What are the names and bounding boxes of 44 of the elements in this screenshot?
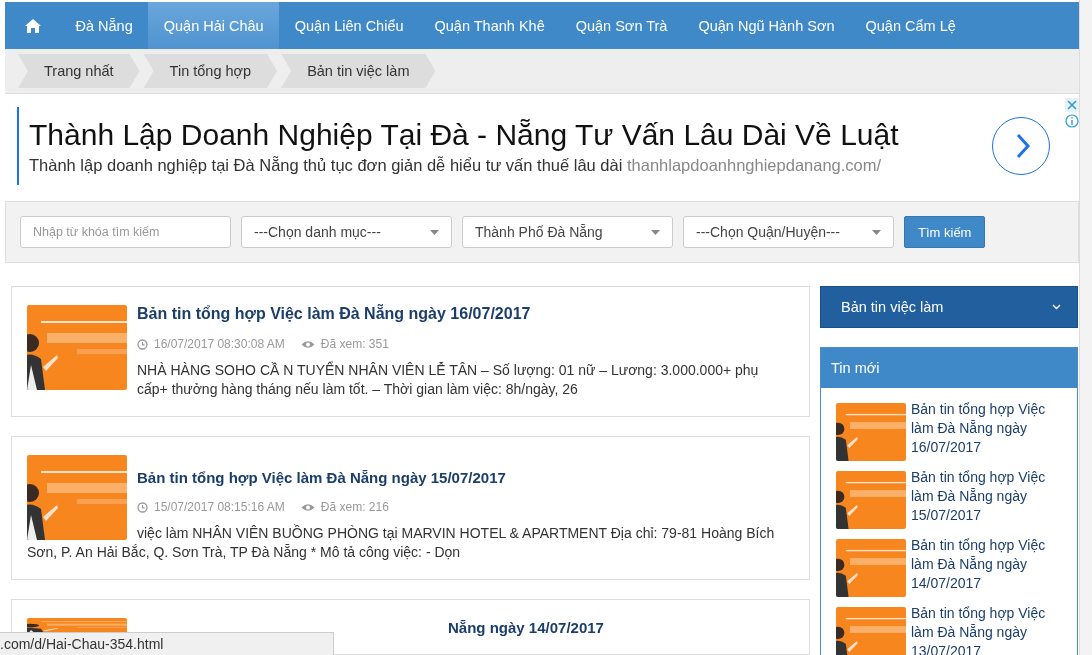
chevron-right-icon: [1015, 133, 1031, 159]
nav-tab[interactable]: Quận Ngũ Hành Sơn: [682, 2, 850, 49]
info-icon[interactable]: [1065, 114, 1079, 128]
clock-icon: [137, 501, 148, 513]
view-count: Đã xem: 351: [320, 337, 389, 351]
eye-icon: [300, 502, 315, 512]
ad-description: Thành lập doanh nghiệp tại Đà Nẵng thủ tục đơn giản dễ hiểu tư vấn thuế lâu dài: [29, 155, 623, 174]
breadcrumb-link[interactable]: Trang nhất: [18, 54, 140, 88]
nav-tab[interactable]: Quận Sơn Trà: [560, 2, 683, 49]
caret-icon: [430, 229, 439, 235]
panel-heading: Tin mới: [821, 348, 1077, 388]
post-date: 15/07/2017 08:15:16 AM: [154, 500, 285, 514]
clock-icon: [137, 338, 148, 350]
news-link[interactable]: Bản tin tổng hợp Việc làm Đà Nẵng ngày 16/07/2017: [911, 400, 1067, 461]
nav-tab[interactable]: Quận Liên Chiểu: [279, 2, 419, 49]
home-icon: [24, 17, 42, 34]
post-date: 16/07/2017 08:30:08 AM: [154, 337, 285, 351]
breadcrumb-link[interactable]: Tin tổng hợp: [143, 54, 278, 88]
keyword-field[interactable]: Nhập từ khóa tìm kiếm: [20, 216, 231, 248]
category-dropdown[interactable]: Bản tin việc làm: [820, 286, 1078, 328]
search-button[interactable]: Tìm kiếm: [904, 216, 986, 248]
nav-tab[interactable]: Quận Cẩm Lệ: [850, 2, 972, 49]
news-link[interactable]: Bản tin tổng hợp Việc làm Đà Nẵng ngày 14/07/2017: [911, 536, 1067, 597]
post-title[interactable]: Bản tin tổng hợp Việc làm Đà Nẵng ngày 15/07/2017: [27, 469, 793, 486]
post-excerpt: việc làm NHÂN VIÊN BUỒNG PHÒNG tại MARVIN HOTEL & APARTMENT Địa chỉ: 79-81 Hoàng Bích Sơn, P. An Hải Bắc, Q. Sơn Trà, TP Đà Nẵng * Mô tả công việc: - Dọn: [27, 524, 776, 562]
nav-tab[interactable]: Quận Thanh Khê: [419, 2, 561, 49]
nav-tab[interactable]: Đà Nẵng: [60, 2, 149, 49]
ad-url[interactable]: thanhlapdoanhnghiepdanang.com/: [627, 155, 882, 174]
close-icon[interactable]: [1065, 98, 1079, 112]
news-link[interactable]: Bản tin tổng hợp Việc làm Đà Nẵng ngày 15/07/2017: [911, 468, 1067, 529]
select-dropdown[interactable]: ---Chọn Quận/Huyện---: [683, 216, 894, 248]
select-dropdown[interactable]: ---Chọn danh mục---: [241, 216, 452, 248]
select-dropdown[interactable]: Thành Phố Đà Nẵng: [462, 216, 673, 248]
caret-icon: [651, 229, 660, 235]
post-excerpt: NHÀ HÀNG SOHO CẦ N TUYỂN NHÂN VIÊN LỄ TÂN – Số lượng: 01 nữ – Lương: 3.000.000+ phụ cấp+ thưởng hàng tháng nếu làm tốt. – Thời gian làm việc: 8h/ngày, 26: [136, 361, 760, 399]
chevron-down-icon: [1052, 304, 1061, 310]
post-title[interactable]: Bản tin tổng hợp Việc làm Đà Nẵng ngày 16/07/2017: [27, 305, 793, 323]
ad-title[interactable]: Thành Lập Doanh Nghiệp Tại Đà - Nẵng Tư Vấn Lâu Dài Về Luật: [29, 117, 972, 152]
post-title[interactable]: Nẵng ngày 14/07/2017: [448, 618, 604, 636]
caret-icon: [872, 229, 881, 235]
breadcrumb-link[interactable]: Bản tin việc làm: [281, 54, 436, 88]
view-count: Đã xem: 216: [320, 500, 389, 514]
eye-icon: [300, 339, 315, 349]
status-url-tooltip: .com/d/Hai-Chau-354.html: [0, 632, 334, 655]
